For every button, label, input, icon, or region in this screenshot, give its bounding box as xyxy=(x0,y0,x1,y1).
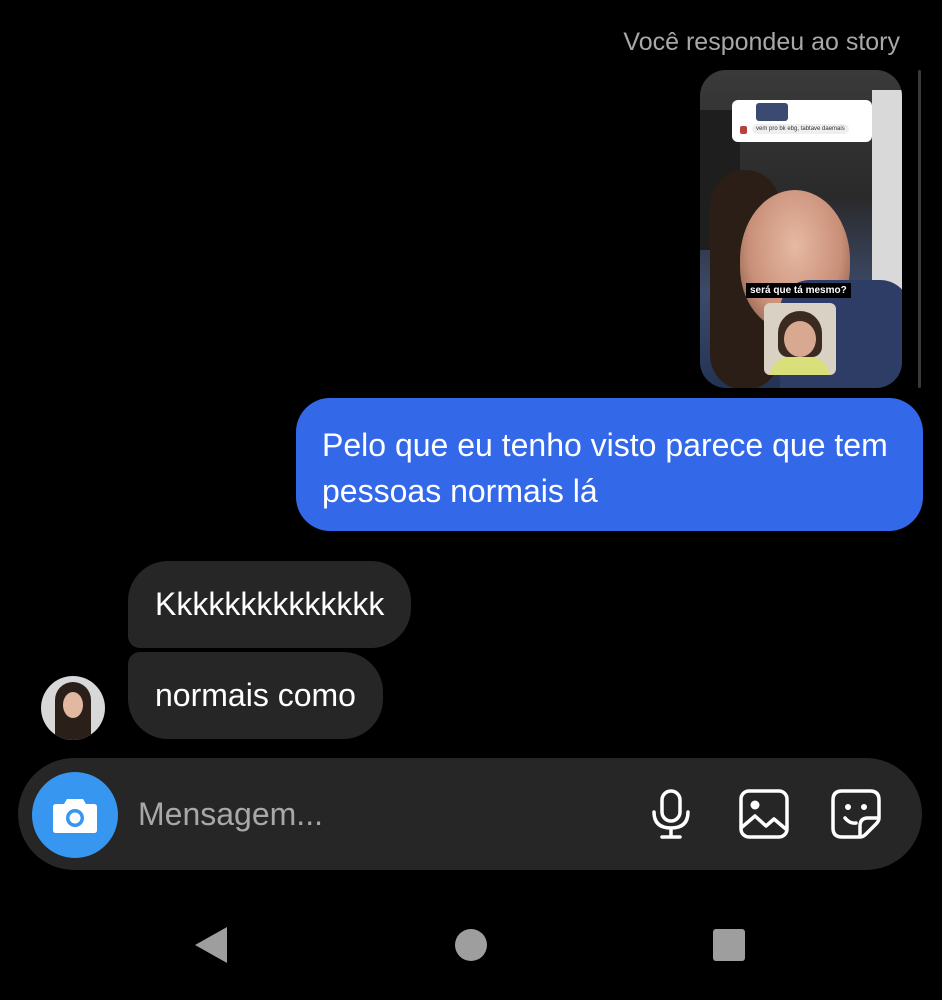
story-background-right xyxy=(872,90,902,290)
message-text: Kkkkkkkkkkkkkk xyxy=(155,586,385,622)
story-preview[interactable]: vem pro bk ebg, tabtave daemais será que… xyxy=(700,70,902,388)
gallery-button[interactable] xyxy=(734,784,794,844)
nav-back-button[interactable] xyxy=(186,920,236,970)
story-inset-video xyxy=(764,303,836,375)
story-card-thumbnail xyxy=(756,103,788,121)
story-reply-label: Você respondeu ao story xyxy=(623,28,900,56)
home-circle-icon xyxy=(455,929,487,961)
message-input[interactable] xyxy=(138,786,618,842)
sender-avatar[interactable] xyxy=(41,676,105,740)
nav-home-button[interactable] xyxy=(446,920,496,970)
outgoing-message-bubble[interactable]: Pelo que eu tenho visto parece que tem p… xyxy=(296,398,923,531)
story-caption: será que tá mesmo? xyxy=(746,283,851,298)
incoming-message-bubble[interactable]: Kkkkkkkkkkkkkk xyxy=(128,561,412,648)
back-triangle-icon xyxy=(195,927,227,963)
story-card-avatar xyxy=(740,126,747,134)
gallery-icon xyxy=(739,789,789,839)
sticker-button[interactable] xyxy=(826,784,886,844)
avatar-face xyxy=(63,692,83,718)
recents-square-icon xyxy=(713,929,745,961)
story-card-text: vem pro bk ebg, tabtave daemais xyxy=(752,124,849,134)
scroll-indicator xyxy=(918,70,921,388)
microphone-icon xyxy=(652,789,690,839)
sticker-icon xyxy=(831,789,881,839)
message-text: normais como xyxy=(155,677,356,713)
camera-icon xyxy=(53,799,97,833)
inset-person-shirt xyxy=(770,357,830,375)
camera-button[interactable] xyxy=(32,772,118,858)
inset-person-face xyxy=(784,321,816,357)
incoming-message-bubble[interactable]: normais como xyxy=(128,652,383,739)
voice-message-button[interactable] xyxy=(641,784,701,844)
message-composer xyxy=(18,758,922,870)
nav-recents-button[interactable] xyxy=(704,920,754,970)
story-shared-post-card: vem pro bk ebg, tabtave daemais xyxy=(732,100,872,142)
